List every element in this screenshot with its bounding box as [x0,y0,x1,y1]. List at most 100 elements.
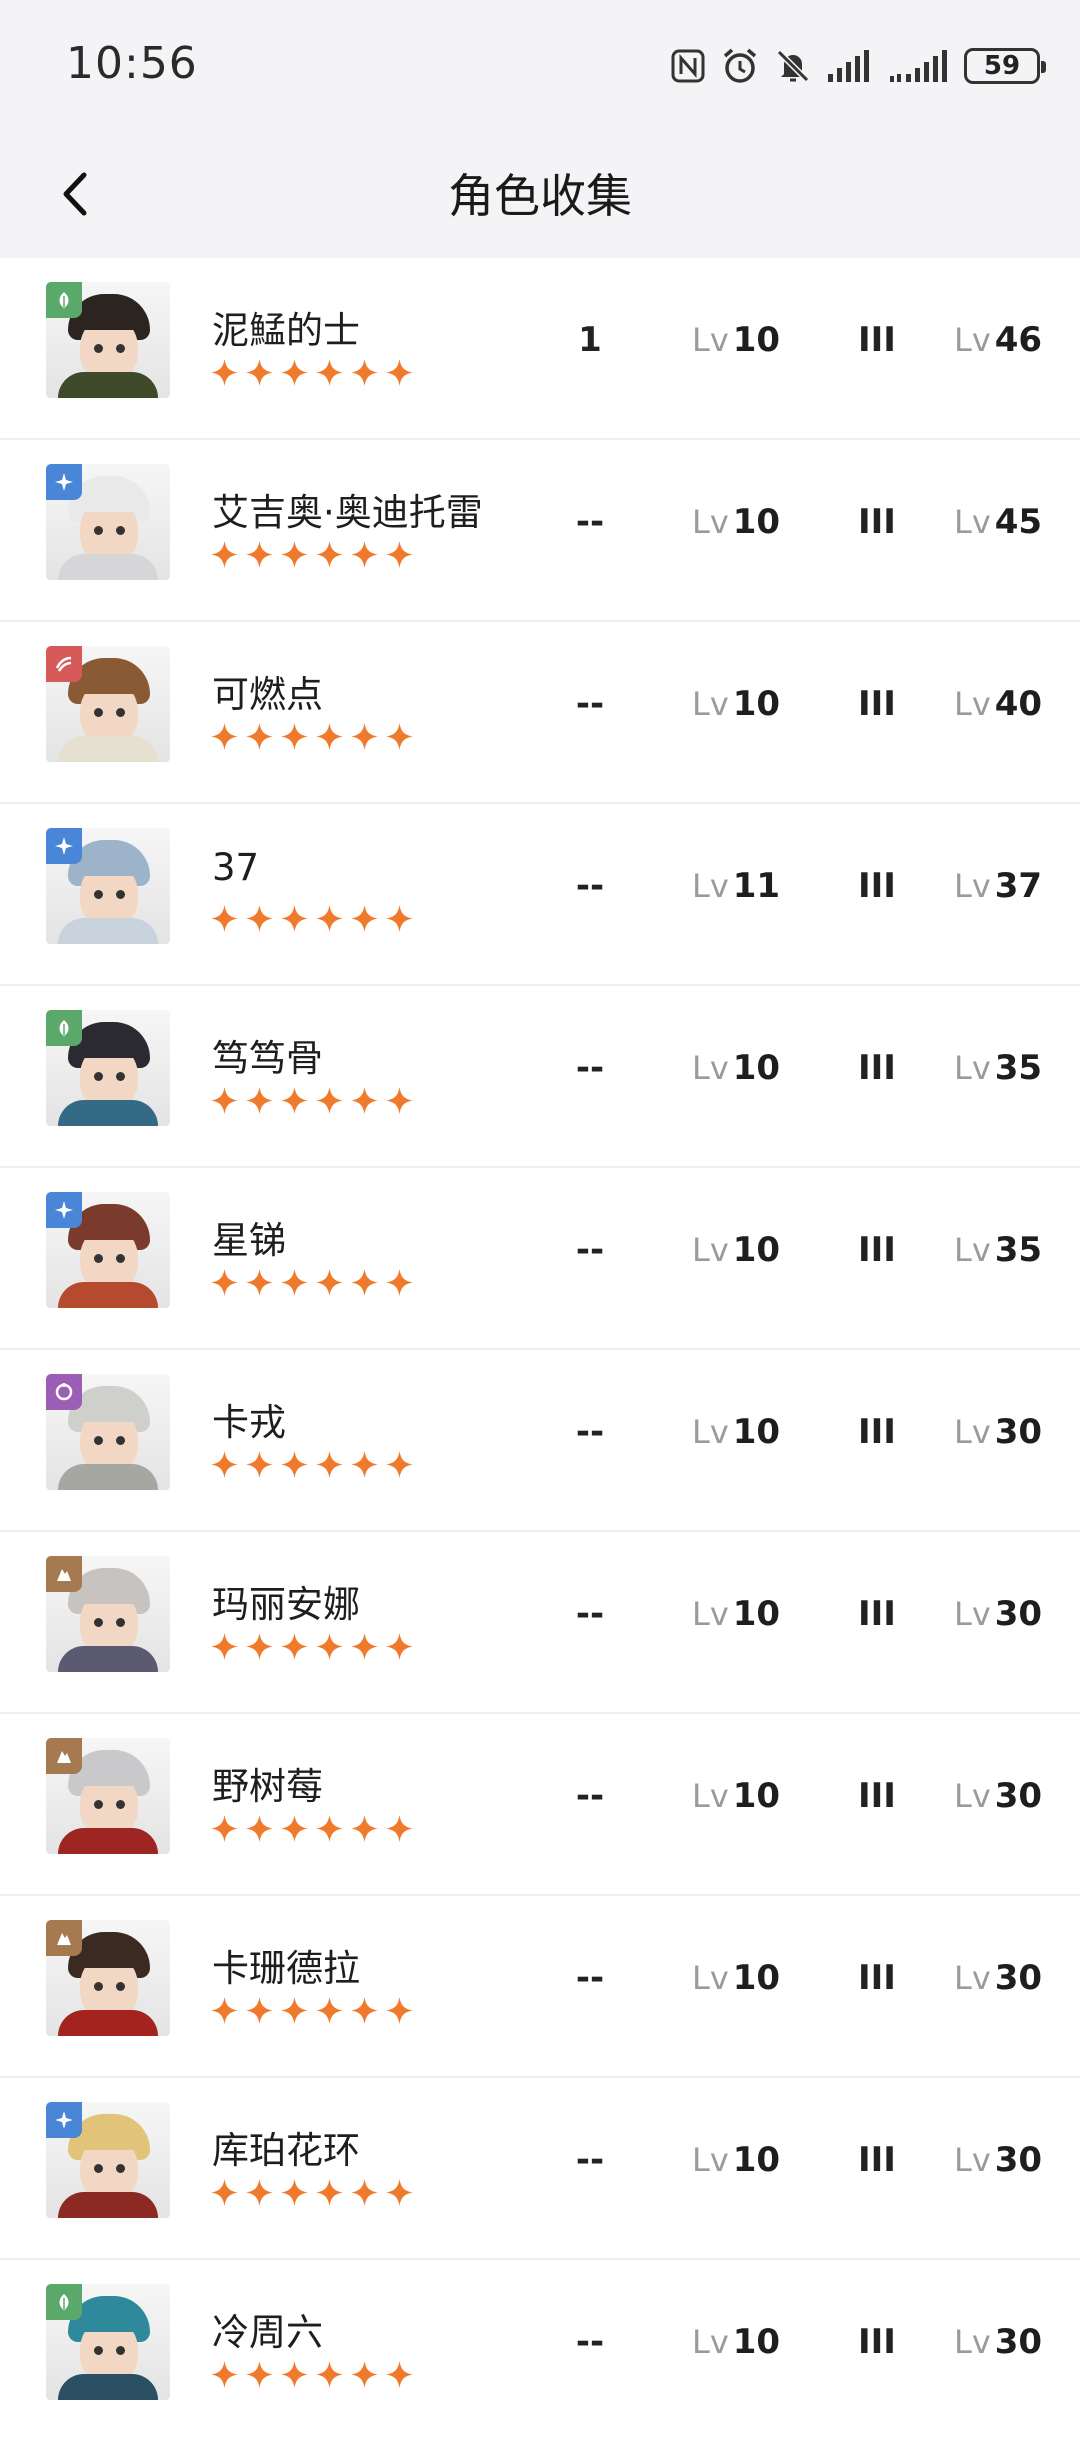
star-icon [280,1814,309,1843]
star-icon [350,2178,379,2207]
star-icon [210,2178,239,2207]
insight-roman: III [858,1958,896,1998]
character-level: Lv 35 [954,1048,1042,1088]
rank-value: -- [575,2322,605,2362]
skill-level: Lv 10 [692,684,780,724]
avatar-body [58,1828,158,1854]
character-row[interactable]: 泥鯭的士 1 Lv 10 III Lv 46 [0,258,1080,440]
element-blue-icon [46,828,82,864]
element-brown-icon [46,1920,82,1956]
skill-level: Lv 10 [692,1048,780,1088]
star-icon [210,1086,239,1115]
skill-level: Lv 10 [692,1958,780,1998]
rarity-stars [210,2360,414,2389]
star-icon [245,358,274,387]
lv-label: Lv [954,685,991,723]
star-icon [245,1996,274,2025]
insight-roman: III [858,1594,896,1634]
level-value: 10 [732,320,781,360]
status-icons: 59 [670,40,1046,92]
star-icon [315,1450,344,1479]
level-value: 10 [732,684,781,724]
character-row[interactable]: 笃笃骨 -- Lv 10 III Lv 35 [0,986,1080,1168]
level-value: 30 [994,1958,1043,1998]
insight-roman: III [858,866,896,906]
element-brown-icon [46,1556,82,1592]
character-level: Lv 40 [954,684,1042,724]
insight-roman: III [858,320,896,360]
avatar-eye [116,1982,125,1991]
rank-value: -- [575,866,605,906]
star-icon [280,1632,309,1661]
lv-label: Lv [692,1595,729,1633]
character-row[interactable]: 卡戎 -- Lv 10 III Lv 30 [0,1350,1080,1532]
character-row[interactable]: 37 -- Lv 11 III Lv 37 [0,804,1080,986]
star-icon [315,1814,344,1843]
skill-level: Lv 10 [692,1412,780,1452]
rarity-stars [210,1996,414,2025]
star-icon [350,540,379,569]
rarity-stars [210,1814,414,1843]
character-row[interactable]: 库珀花环 -- Lv 10 III Lv 30 [0,2078,1080,2260]
character-avatar [46,282,170,398]
character-list: 泥鯭的士 1 Lv 10 III Lv 46 艾吉奥·奥迪托雷 -- Lv 10 III Lv 45 可燃点… [0,258,1080,2438]
insight-roman: III [858,1048,896,1088]
character-name: 卡珊德拉 [212,1947,360,1990]
star-icon [385,1086,414,1115]
avatar-eye [116,1436,125,1445]
star-icon [210,904,239,933]
lv-label: Lv [954,1231,991,1269]
star-icon [315,1268,344,1297]
character-name: 玛丽安娜 [212,1583,360,1626]
character-row[interactable]: 冷周六 -- Lv 10 III Lv 30 [0,2260,1080,2438]
character-avatar [46,646,170,762]
avatar-eye [116,526,125,535]
rank-value: -- [575,1776,605,1816]
star-icon [385,722,414,751]
insight-roman: III [858,2322,896,2362]
battery-icon: 59 [964,48,1046,84]
clock: 10:56 [66,38,198,89]
character-name: 卡戎 [212,1401,286,1444]
star-icon [245,1814,274,1843]
star-icon [210,1814,239,1843]
star-icon [385,540,414,569]
lv-label: Lv [692,2141,729,2179]
star-icon [350,904,379,933]
character-row[interactable]: 卡珊德拉 -- Lv 10 III Lv 30 [0,1896,1080,2078]
avatar-body [58,372,158,398]
lv-label: Lv [692,685,729,723]
avatar-eye [116,890,125,899]
level-value: 10 [732,2322,781,2362]
star-icon [245,1086,274,1115]
character-row[interactable]: 可燃点 -- Lv 10 III Lv 40 [0,622,1080,804]
star-icon [385,2360,414,2389]
avatar-fringe [76,1942,142,1968]
star-icon [210,358,239,387]
character-row[interactable]: 星锑 -- Lv 10 III Lv 35 [0,1168,1080,1350]
character-level: Lv 30 [954,1776,1042,1816]
level-value: 37 [994,866,1043,906]
character-row[interactable]: 野树莓 -- Lv 10 III Lv 30 [0,1714,1080,1896]
alarm-icon [720,46,760,86]
rank-value: -- [575,1594,605,1634]
avatar-fringe [76,2306,142,2332]
skill-level: Lv 10 [692,2322,780,2362]
mute-bell-icon [774,47,812,85]
element-green-icon [46,282,82,318]
avatar-body [58,2192,158,2218]
lv-label: Lv [954,1413,991,1451]
star-icon [315,904,344,933]
star-icon [350,1814,379,1843]
lv-label: Lv [954,503,991,541]
character-row[interactable]: 艾吉奥·奥迪托雷 -- Lv 10 III Lv 45 [0,440,1080,622]
insight-roman: III [858,1776,896,1816]
character-level: Lv 30 [954,1594,1042,1634]
insight-roman: III [858,2140,896,2180]
star-icon [280,540,309,569]
star-icon [245,1632,274,1661]
rarity-stars [210,1268,414,1297]
character-row[interactable]: 玛丽安娜 -- Lv 10 III Lv 30 [0,1532,1080,1714]
star-icon [385,1632,414,1661]
avatar-fringe [76,1760,142,1786]
